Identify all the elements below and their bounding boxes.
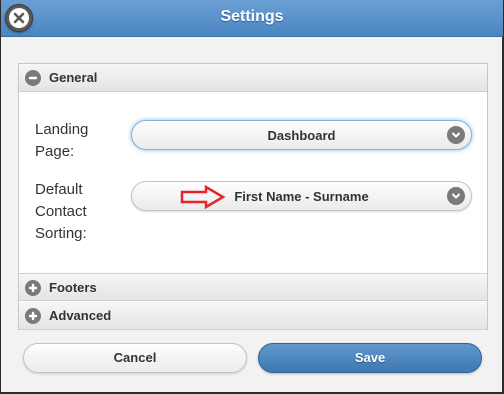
section-footers-label: Footers xyxy=(49,280,97,295)
save-button[interactable]: Save xyxy=(258,343,482,373)
contact-sorting-select[interactable]: First Name - Surname xyxy=(131,181,472,211)
chevron-down-icon xyxy=(447,126,465,144)
section-footers-header[interactable]: Footers xyxy=(19,273,487,301)
section-advanced-label: Advanced xyxy=(49,308,112,323)
dialog-header: Settings xyxy=(1,0,503,37)
dialog-title: Settings xyxy=(220,8,284,25)
landing-page-label: Landing Page: xyxy=(35,119,125,163)
section-general-header[interactable]: General xyxy=(19,64,487,92)
cancel-button[interactable]: Cancel xyxy=(23,343,247,373)
contact-sorting-label-line3: Sorting: xyxy=(35,225,87,242)
contact-sorting-value: First Name - Surname xyxy=(234,189,369,204)
contact-sorting-label-line1: Default xyxy=(35,181,83,198)
landing-page-select[interactable]: Dashboard xyxy=(131,120,472,150)
chevron-down-icon xyxy=(447,187,465,205)
settings-panel: General Landing Page: Dashboard Default … xyxy=(18,63,488,330)
contact-sorting-label: Default Contact Sorting: xyxy=(35,179,125,245)
plus-icon xyxy=(25,280,41,296)
plus-icon xyxy=(25,308,41,324)
contact-sorting-label-line2: Contact xyxy=(35,203,87,220)
section-general-label: General xyxy=(49,70,98,85)
section-advanced-header[interactable]: Advanced xyxy=(19,302,487,330)
settings-dialog: Settings General Landing Page: Dashboard xyxy=(0,0,504,394)
landing-page-label-line2: Page: xyxy=(35,143,75,160)
minus-icon xyxy=(25,70,41,86)
landing-page-label-line1: Landing xyxy=(35,121,89,138)
landing-page-value: Dashboard xyxy=(267,128,336,143)
